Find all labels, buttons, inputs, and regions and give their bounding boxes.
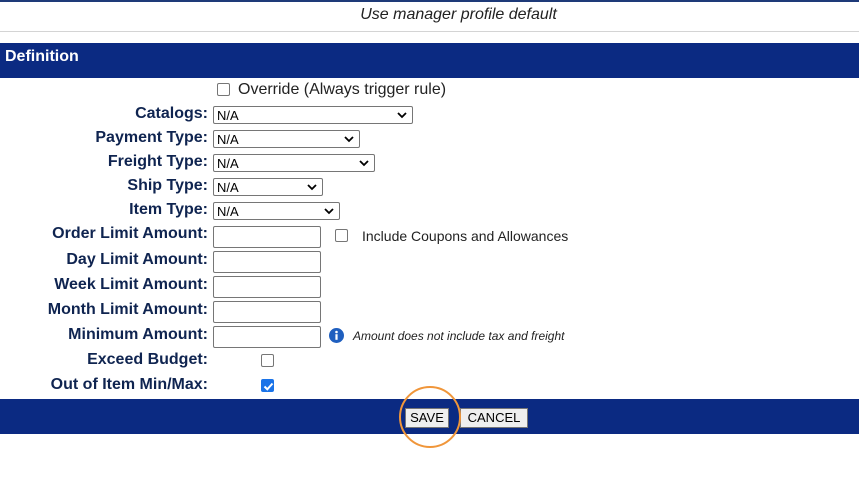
chevron-down-icon — [359, 160, 369, 167]
item-type-value: N/A — [217, 204, 239, 219]
payment-type-select[interactable]: N/A — [213, 130, 360, 148]
catalogs-select[interactable]: N/A — [213, 106, 413, 124]
cancel-button[interactable]: CANCEL — [460, 408, 528, 428]
minimum-amount-input[interactable] — [213, 326, 321, 348]
include-coupons-label: Include Coupons and Allowances — [362, 228, 569, 244]
top-border — [0, 0, 859, 2]
payment-type-label: Payment Type: — [95, 129, 208, 146]
item-type-label: Item Type: — [129, 201, 208, 218]
day-limit-input[interactable] — [213, 251, 321, 273]
day-limit-label: Day Limit Amount: — [66, 251, 208, 268]
chevron-down-icon — [324, 208, 334, 215]
order-limit-input[interactable] — [213, 226, 321, 248]
include-coupons-checkbox[interactable] — [335, 229, 348, 242]
info-icon[interactable] — [329, 328, 344, 343]
freight-type-select[interactable]: N/A — [213, 154, 375, 172]
order-limit-label: Order Limit Amount: — [52, 225, 208, 242]
week-limit-input[interactable] — [213, 276, 321, 298]
definition-header-bar — [0, 43, 859, 78]
profile-default-note: Use manager profile default — [360, 6, 557, 23]
freight-type-value: N/A — [217, 156, 239, 171]
override-checkbox[interactable] — [217, 83, 230, 96]
week-limit-label: Week Limit Amount: — [54, 276, 208, 293]
out-of-item-minmax-label: Out of Item Min/Max: — [50, 376, 208, 393]
minimum-amount-label: Minimum Amount: — [68, 326, 208, 343]
override-label: Override (Always trigger rule) — [238, 81, 447, 98]
item-type-select[interactable]: N/A — [213, 202, 340, 220]
out-of-item-minmax-checkbox[interactable] — [261, 379, 274, 392]
payment-type-value: N/A — [217, 132, 239, 147]
ship-type-label: Ship Type: — [127, 177, 208, 194]
catalogs-value: N/A — [217, 108, 239, 123]
catalogs-label: Catalogs: — [135, 105, 208, 122]
month-limit-input[interactable] — [213, 301, 321, 323]
divider — [0, 31, 859, 32]
definition-title: Definition — [5, 48, 79, 65]
ship-type-value: N/A — [217, 180, 239, 195]
freight-type-label: Freight Type: — [107, 153, 208, 170]
month-limit-label: Month Limit Amount: — [47, 301, 208, 318]
checkmark-icon — [263, 382, 274, 391]
minimum-amount-note: Amount does not include tax and freight — [353, 329, 565, 343]
ship-type-select[interactable]: N/A — [213, 178, 323, 196]
exceed-budget-label: Exceed Budget: — [87, 351, 208, 368]
save-button[interactable]: SAVE — [405, 408, 449, 428]
chevron-down-icon — [344, 136, 354, 143]
chevron-down-icon — [307, 184, 317, 191]
exceed-budget-checkbox[interactable] — [261, 354, 274, 367]
chevron-down-icon — [397, 112, 407, 119]
